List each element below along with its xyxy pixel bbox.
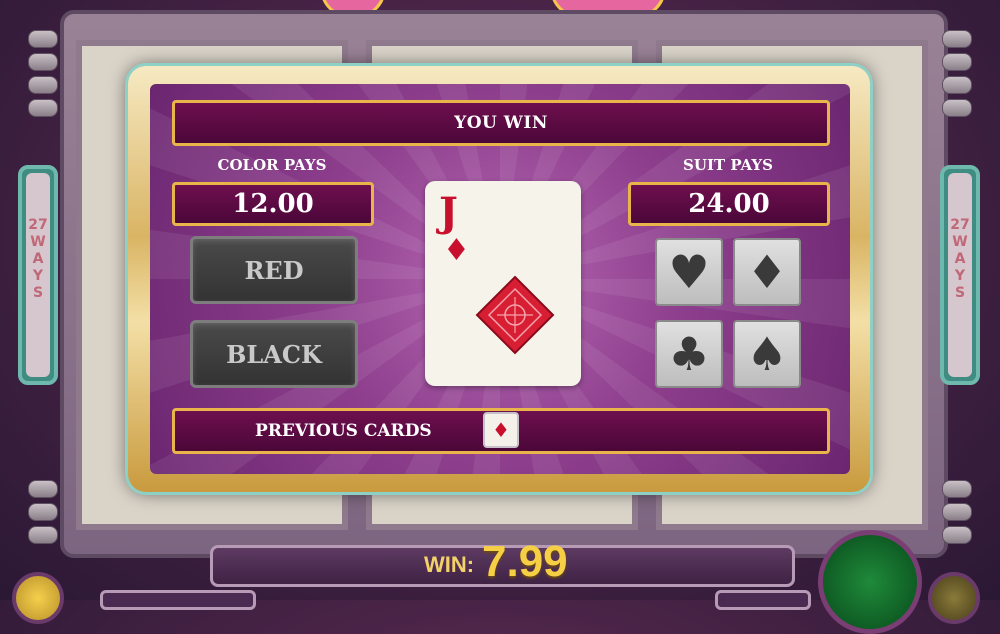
hearts-button[interactable]: ♥ <box>655 238 723 306</box>
spin-button[interactable] <box>818 530 922 634</box>
ways-letter: Y <box>954 268 966 284</box>
autoplay-button[interactable] <box>928 572 980 624</box>
color-pays-value: 12.00 <box>172 182 374 226</box>
gamble-card: J ♦ <box>425 181 581 386</box>
balance-control <box>715 590 811 610</box>
ways-letter: S <box>32 285 44 301</box>
ways-letter: W <box>952 234 968 250</box>
ways-count: 27 <box>28 217 48 233</box>
right-decor-stack <box>942 30 972 122</box>
win-amount: 7.99 <box>482 537 568 586</box>
suit-pays-value: 24.00 <box>628 182 830 226</box>
ways-letter: A <box>32 251 44 267</box>
diamond-icon: ♦ <box>746 245 788 299</box>
red-button[interactable]: RED <box>190 236 358 304</box>
black-button[interactable]: BLACK <box>190 320 358 388</box>
card-rank: J <box>439 189 458 236</box>
ways-letter: A <box>954 251 966 267</box>
bet-control[interactable] <box>100 590 256 610</box>
card-center-diamond-icon <box>475 275 555 355</box>
clubs-button[interactable]: ♣ <box>655 320 723 388</box>
heart-icon: ♥ <box>668 245 710 299</box>
suit-pays-label: SUIT PAYS <box>683 156 773 174</box>
diamonds-button[interactable]: ♦ <box>733 238 801 306</box>
previous-cards-label: PREVIOUS CARDS <box>255 421 432 441</box>
win-label: WIN: <box>424 552 475 577</box>
previous-card: ♦ <box>483 412 519 448</box>
left-decor-stack <box>28 30 58 122</box>
ways-indicator-left: 27 W A Y S <box>18 165 58 385</box>
spades-button[interactable]: ♠ <box>733 320 801 388</box>
result-banner: YOU WIN <box>172 100 830 146</box>
ways-count: 27 <box>950 217 970 233</box>
ways-letter: S <box>954 285 966 301</box>
diamond-icon: ♦ <box>492 418 510 442</box>
color-pays-label: COLOR PAYS <box>217 156 327 174</box>
diamond-icon: ♦ <box>443 233 470 268</box>
club-icon: ♣ <box>668 327 710 381</box>
spade-icon: ♠ <box>746 327 788 381</box>
right-decor-stack-bottom <box>942 480 972 549</box>
info-button[interactable] <box>12 572 64 624</box>
ways-indicator-right: 27 W A Y S <box>940 165 980 385</box>
ways-letter: Y <box>32 268 44 284</box>
ways-letter: W <box>30 234 46 250</box>
left-decor-stack-bottom <box>28 480 58 549</box>
